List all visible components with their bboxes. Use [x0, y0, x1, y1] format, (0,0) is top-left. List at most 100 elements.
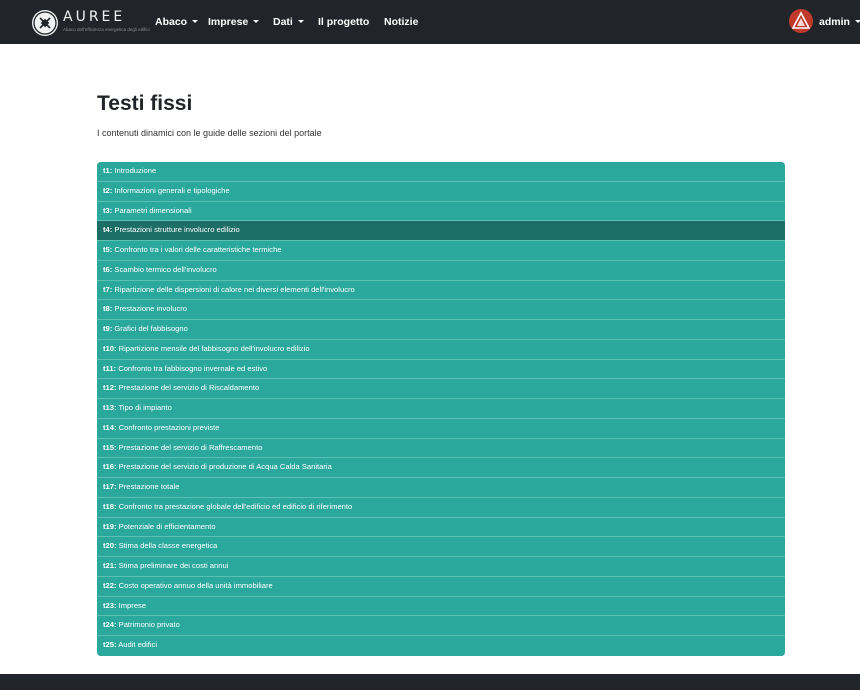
list-item[interactable]: t3: Parametri dimensionali	[97, 201, 785, 222]
brand-tagline: Abaco dell'efficienza energetica degli e…	[63, 27, 150, 32]
list-item[interactable]: t20: Stima della classe energetica	[97, 537, 785, 557]
nav-il-progetto-link[interactable]: Il progetto	[318, 16, 369, 28]
list-item[interactable]: t7: Ripartizione delle dispersioni di ca…	[97, 280, 785, 301]
list-item[interactable]: t11: Confronto tra fabbisogno invernale …	[97, 359, 785, 380]
chevron-down-icon	[297, 20, 304, 23]
item-text: Stima preliminare dei costi annui	[116, 561, 229, 570]
item-code: t13:	[103, 403, 117, 412]
user-name-label: admin	[819, 16, 850, 28]
list-item[interactable]: t17: Prestazione totale	[97, 478, 785, 498]
nav-imprese-label: Imprese	[208, 16, 249, 28]
list-item[interactable]: t1: Introduzione	[97, 162, 785, 182]
item-code: t12:	[103, 383, 117, 393]
user-avatar[interactable]	[789, 9, 813, 33]
list-item[interactable]: t18: Confronto tra prestazione globale d…	[97, 497, 785, 518]
list-item[interactable]: t12: Prestazione del servizio di Riscald…	[97, 379, 785, 399]
list-item[interactable]: t24: Patrimonio privato	[97, 616, 785, 636]
item-text: Informazioni generali e tipologiche	[112, 185, 230, 195]
nav-notizie-link[interactable]: Notizie	[384, 16, 418, 28]
list-item[interactable]: t2: Informazioni generali e tipologiche	[97, 181, 785, 202]
item-text: Scambio termico dell'involucro	[112, 264, 217, 274]
item-code: t19:	[103, 521, 117, 531]
item-text: Costo operativo annuo della unità immobi…	[116, 580, 273, 590]
item-code: t10:	[103, 343, 117, 353]
list-item[interactable]: t25: Audit edifici	[97, 636, 785, 656]
page-subtitle: I contenuti dinamici con le guide delle …	[97, 128, 322, 138]
item-text: Imprese	[116, 600, 147, 610]
item-text: Prestazione totale	[116, 482, 180, 491]
item-code: t16:	[103, 462, 117, 472]
user-menu-dropdown[interactable]: admin	[819, 16, 860, 28]
page-footer	[0, 674, 860, 690]
item-text: Grafici del fabbisogno	[112, 324, 188, 333]
item-text: Prestazione del servizio di Raffrescamen…	[116, 442, 263, 452]
item-code: t25:	[103, 640, 117, 649]
item-text: Confronto tra prestazione globale dell'e…	[116, 501, 353, 511]
item-text: Stima della classe energetica	[116, 541, 218, 551]
item-code: t1:	[103, 166, 113, 175]
item-code: t14:	[103, 422, 117, 432]
brand-home-link[interactable]: AUREE Abaco dell'efficienza energetica d…	[32, 9, 150, 37]
item-code: t3:	[103, 205, 113, 215]
list-item[interactable]: t13: Tipo di impianto	[97, 399, 785, 419]
list-item[interactable]: t21: Stima preliminare dei costi annui	[97, 557, 785, 577]
nav-dati-dropdown[interactable]: Dati	[273, 16, 304, 28]
item-code: t4:	[103, 225, 113, 235]
item-text: Confronto prestazioni previste	[116, 422, 220, 432]
list-item[interactable]: t4: Prestazioni strutture involucro edil…	[97, 221, 785, 241]
nav-abaco-label: Abaco	[155, 16, 188, 28]
item-text: Patrimonio privato	[116, 620, 180, 630]
item-text: Prestazioni strutture involucro edilizio	[112, 225, 240, 235]
item-text: Audit edifici	[116, 640, 158, 649]
avatar-logo-icon	[791, 11, 811, 29]
item-code: t9:	[103, 324, 113, 333]
item-code: t6:	[103, 264, 113, 274]
brand-name: AUREE	[63, 9, 126, 25]
item-code: t23:	[103, 600, 117, 610]
item-code: t18:	[103, 501, 117, 511]
nav-dati-label: Dati	[273, 16, 293, 28]
list-item[interactable]: t6: Scambio termico dell'involucro	[97, 260, 785, 281]
list-item[interactable]: t19: Potenziale di efficientamento	[97, 517, 785, 538]
list-item[interactable]: t10: Ripartizione mensile del fabbisogno…	[97, 339, 785, 360]
nav-il-progetto-label: Il progetto	[318, 16, 370, 28]
list-item[interactable]: t14: Confronto prestazioni previste	[97, 418, 785, 439]
item-text: Confronto tra i valori delle caratterist…	[112, 245, 282, 254]
fixed-texts-list: t1: Introduzione t2: Informazioni general…	[97, 162, 785, 656]
list-item[interactable]: t16: Prestazione del servizio di produzi…	[97, 458, 785, 478]
list-item[interactable]: t15: Prestazione del servizio di Raffres…	[97, 438, 785, 459]
item-text: Prestazione del servizio di Riscaldament…	[116, 383, 260, 393]
item-text: Ripartizione mensile del fabbisogno dell…	[116, 343, 310, 353]
auree-logo-icon	[32, 10, 58, 36]
item-code: t8:	[103, 304, 113, 314]
item-text: Parametri dimensionali	[112, 205, 192, 215]
item-text: Potenziale di efficientamento	[116, 521, 216, 531]
list-item[interactable]: t23: Imprese	[97, 596, 785, 617]
page-title: Testi fissi	[97, 92, 193, 115]
item-text: Prestazione del servizio di produzione d…	[116, 462, 332, 472]
list-item[interactable]: t22: Costo operativo annuo della unità i…	[97, 576, 785, 597]
item-code: t11:	[103, 363, 117, 373]
chevron-down-icon	[253, 20, 260, 23]
nav-abaco-dropdown[interactable]: Abaco	[155, 16, 199, 28]
item-code: t17:	[103, 482, 117, 491]
item-code: t5:	[103, 245, 113, 254]
item-code: t20:	[103, 541, 117, 551]
chevron-down-icon	[854, 20, 860, 23]
item-text: Prestazione involucro	[112, 304, 187, 314]
top-navbar: AUREE Abaco dell'efficienza energetica d…	[0, 0, 860, 44]
item-code: t21:	[103, 561, 117, 570]
list-item[interactable]: t5: Confronto tra i valori delle caratte…	[97, 241, 785, 261]
chevron-down-icon	[192, 20, 199, 23]
item-code: t7:	[103, 284, 113, 294]
item-text: Ripartizione delle dispersioni di calore…	[112, 284, 355, 294]
item-text: Introduzione	[112, 166, 157, 175]
list-item[interactable]: t8: Prestazione involucro	[97, 300, 785, 320]
item-code: t2:	[103, 185, 113, 195]
item-code: t15:	[103, 442, 117, 452]
nav-imprese-dropdown[interactable]: Imprese	[208, 16, 260, 28]
item-text: Tipo di impianto	[116, 403, 172, 412]
item-code: t22:	[103, 580, 117, 590]
nav-notizie-label: Notizie	[384, 16, 419, 28]
list-item[interactable]: t9: Grafici del fabbisogno	[97, 320, 785, 340]
